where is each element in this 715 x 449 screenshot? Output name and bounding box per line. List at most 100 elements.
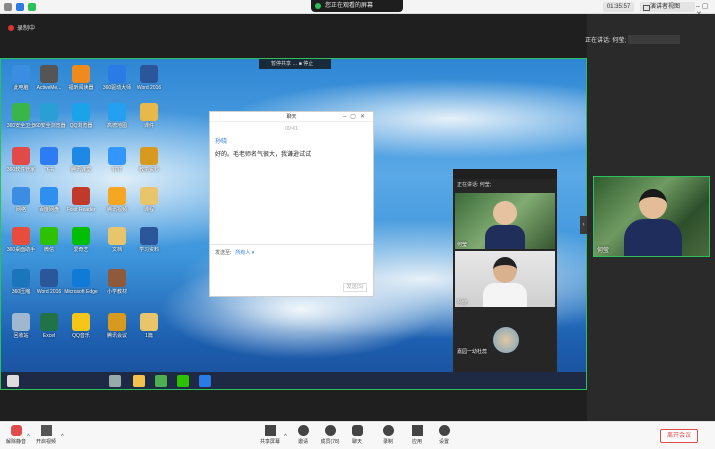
- share-options-caret[interactable]: ^: [284, 434, 287, 440]
- app-icon: [40, 227, 58, 245]
- participant-name: 何莹: [457, 242, 468, 248]
- invite-button[interactable]: 邀请: [289, 425, 317, 445]
- mute-button[interactable]: 解除静音: [2, 425, 30, 445]
- record-button[interactable]: 录制: [374, 425, 402, 445]
- app-icon: [40, 269, 58, 287]
- desktop-icon[interactable]: QQ音乐: [61, 313, 101, 339]
- desktop-icon[interactable]: Word 2016: [129, 65, 169, 91]
- participant-face: [493, 257, 517, 283]
- desktop-icon-label: Foxit Reader: [66, 207, 96, 213]
- desktop-icon-label: Word 2016: [136, 85, 162, 91]
- start-icon[interactable]: [7, 375, 19, 387]
- share-banner[interactable]: 您正在观看的屏幕: [311, 0, 403, 12]
- app-icon: [72, 103, 90, 121]
- desktop-icon-label: 小学教材: [106, 289, 127, 295]
- desktop-icon[interactable]: 1篇: [129, 313, 169, 339]
- app-icon: [12, 65, 30, 83]
- shared-screen: 暂停共享 … ■ 停止 此电脑 ActiveMe... 福昕阅读器 360驱动大师 Wo…: [0, 58, 587, 390]
- microphone-icon: [10, 425, 22, 436]
- app-icon: [108, 269, 126, 287]
- app-icon: [72, 313, 90, 331]
- meeting-timer: 01:35:57: [603, 2, 634, 12]
- app-icon: [140, 227, 158, 245]
- participant-avatar: [493, 327, 519, 353]
- participant-name: 孙晓: [457, 300, 468, 306]
- share-screen-button[interactable]: 共享屏幕: [256, 425, 284, 445]
- desktop-icon-label: 课程: [143, 207, 154, 213]
- share-status-icon: [315, 3, 321, 9]
- chat-title: 聊天: [286, 114, 297, 120]
- blurred-name: [628, 35, 681, 44]
- app-icon: [140, 103, 158, 121]
- participant-body: [483, 283, 527, 307]
- mute-options-caret[interactable]: ^: [27, 434, 30, 440]
- meeting-toolbar: 解除静音 ^ 开启视频 ^ 共享屏幕 ^ 邀请 成员(78) 聊天 录制 应用 …: [0, 421, 715, 449]
- app-icon: [108, 227, 126, 245]
- desktop-icon[interactable]: 腾讯课堂: [61, 147, 101, 173]
- desktop-icon[interactable]: 学习资料: [129, 227, 169, 253]
- share-banner-label: 您正在观看的屏幕: [325, 3, 374, 9]
- participant-body: [485, 225, 525, 249]
- share-toolbar[interactable]: 暂停共享 … ■ 停止: [259, 59, 331, 69]
- collapse-panel-arrow[interactable]: ›: [580, 216, 587, 234]
- participant-face: [493, 201, 517, 225]
- chrome-icon[interactable]: [155, 375, 167, 387]
- chat-window-controls[interactable]: –▢✕: [343, 112, 369, 122]
- desktop-icon[interactable]: 课件: [129, 103, 169, 129]
- video-options-caret[interactable]: ^: [61, 434, 64, 440]
- desktop-icon[interactable]: 爱奇艺: [61, 227, 101, 253]
- file-explorer-icon[interactable]: [133, 375, 145, 387]
- desktop-icon-label: 爱奇艺: [73, 247, 89, 253]
- meeting-app-icon[interactable]: [199, 375, 211, 387]
- desktop-icon-label: QQ浏览器: [69, 123, 93, 129]
- apps-button[interactable]: 应用: [403, 425, 431, 445]
- view-switch-button[interactable]: 演讲者视图: [640, 2, 695, 12]
- video-button[interactable]: 开启视频: [32, 425, 60, 445]
- app-icon: [40, 147, 58, 165]
- signal-icon[interactable]: [28, 3, 36, 11]
- settings-button[interactable]: 设置: [430, 425, 458, 445]
- invite-icon: [297, 425, 309, 436]
- desktop-icon-label: 学习资料: [138, 247, 159, 253]
- participant-tile[interactable]: 何莹: [455, 193, 555, 249]
- desktop-icon[interactable]: 福昕阅读器: [61, 65, 101, 91]
- desktop-icon-label: 腾讯课堂: [70, 167, 91, 173]
- desktop-icon[interactable]: 小学教材: [97, 269, 137, 295]
- participant-tile[interactable]: 孙晓: [455, 251, 555, 307]
- participant-panel: 正在讲话: 何莹; 何莹 孙晓 嘉园一幼杜蕊: [453, 169, 557, 389]
- chat-timestamp: 09:41: [285, 126, 298, 132]
- desktop-icon[interactable]: 教学资料: [129, 147, 169, 173]
- desktop-icon[interactable]: QQ浏览器: [61, 103, 101, 129]
- app-icon: [108, 187, 126, 205]
- desktop-icon-label: 教学资料: [138, 167, 159, 173]
- shield-icon[interactable]: [16, 3, 24, 11]
- desktop-icon[interactable]: Foxit Reader: [61, 187, 101, 213]
- speaker-video[interactable]: 何莹: [593, 176, 710, 257]
- search-icon[interactable]: [109, 375, 121, 387]
- participant-panel-header: [453, 169, 557, 179]
- desktop-icon-label: Microsoft Edge: [64, 289, 98, 295]
- desktop-icon-label: QQ音乐: [72, 333, 90, 339]
- desktop-icon-label: 福昕阅读器: [68, 85, 94, 91]
- chat-icon: [351, 425, 363, 436]
- desktop-icon-label: 1篇: [145, 333, 153, 339]
- wechat-icon[interactable]: [177, 375, 189, 387]
- leave-meeting-button[interactable]: 离开会议: [660, 429, 698, 443]
- app-icon: [12, 227, 30, 245]
- app-icon: [108, 65, 126, 83]
- panel-speaking-indicator: 正在讲话: 何莹;: [457, 182, 492, 188]
- chat-send-button[interactable]: 发送(S): [343, 283, 367, 292]
- app-icon: [72, 187, 90, 205]
- chat-button[interactable]: 聊天: [343, 425, 371, 445]
- desktop-icon-label: 课件: [143, 123, 154, 129]
- gear-icon: [438, 425, 450, 436]
- chat-message: 好的。毛老师名气很大，我谦逊试试: [215, 152, 312, 158]
- app-icon: [40, 103, 58, 121]
- app-icon: [72, 147, 90, 165]
- desktop-icon[interactable]: Microsoft Edge: [61, 269, 101, 295]
- app-icon: [12, 187, 30, 205]
- desktop-icon[interactable]: 课程: [129, 187, 169, 213]
- info-icon[interactable]: [4, 3, 12, 11]
- members-button[interactable]: 成员(78): [316, 425, 344, 445]
- chat-recipient[interactable]: 发送至: 所有人 ▾: [215, 249, 254, 256]
